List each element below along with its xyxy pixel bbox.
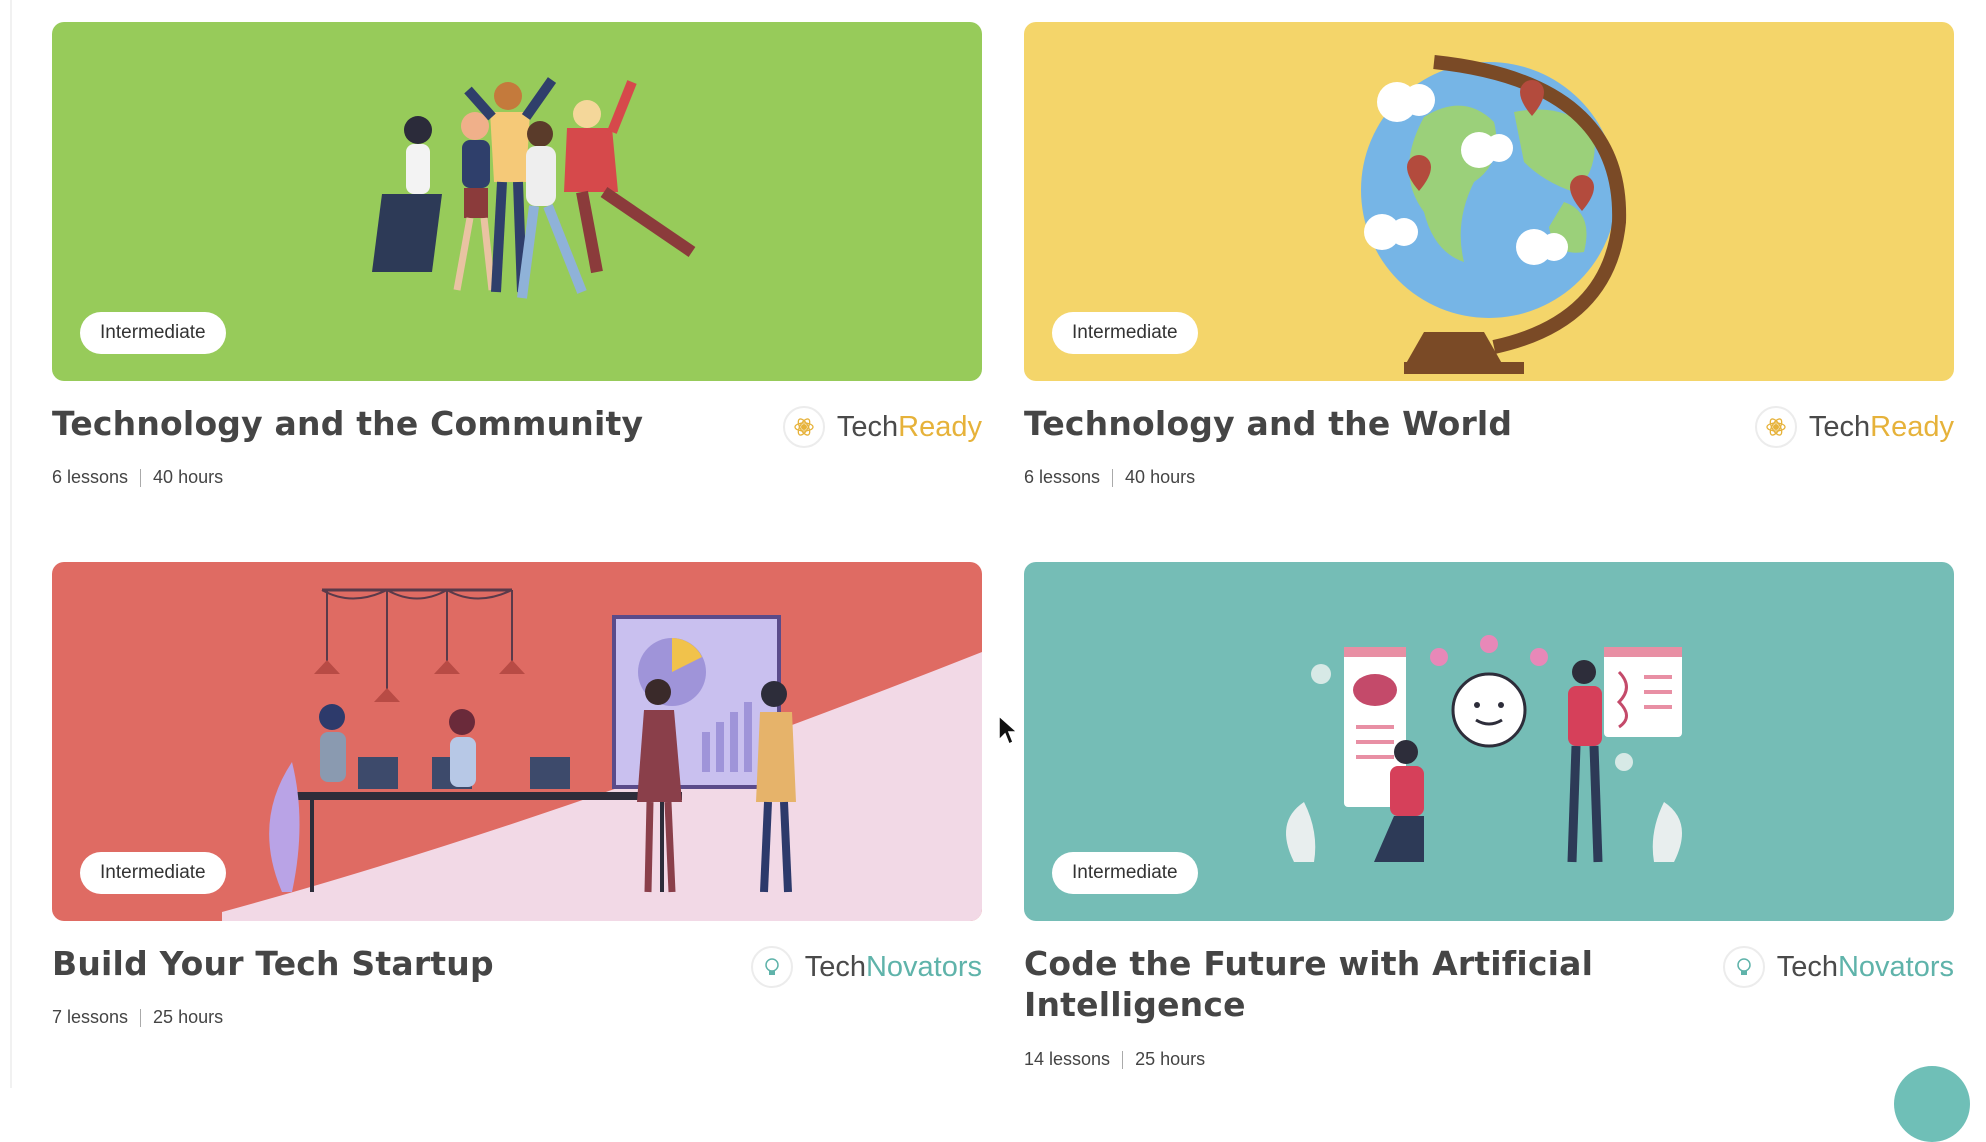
course-meta: 14 lessons 25 hours [1024,1049,1205,1070]
page-edge-divider [10,0,12,1088]
course-card-code-future-ai[interactable]: Intermediate Code the Future with Artifi… [1024,562,1954,1071]
meta-separator [140,468,142,487]
course-title[interactable]: Technology and the Community [52,403,702,444]
provider-logo-techready: Tech Ready [782,406,982,448]
lightbulb-icon [750,946,793,988]
meta-separator [140,1008,142,1027]
provider-name-part2: Ready [898,410,982,443]
course-meta: 6 lessons 40 hours [52,467,223,488]
level-badge: Intermediate [80,312,226,354]
course-hours: 40 hours [153,467,224,487]
provider-name-part2: Ready [1870,410,1954,443]
mouse-pointer-icon [997,714,1019,750]
provider-name-part1: Tech [1808,410,1871,443]
atom-icon [1754,406,1797,448]
course-card-technology-world[interactable]: Intermediate Technology and the World Te… [1024,22,1954,531]
lightbulb-icon [1722,946,1765,988]
atom-icon [782,406,825,448]
course-thumbnail[interactable]: Intermediate [52,22,982,381]
provider-logo-technovators: Tech Novators [750,946,982,988]
course-hours: 25 hours [1135,1049,1206,1069]
lesson-count: 6 lessons [52,467,129,487]
course-title[interactable]: Technology and the World [1024,403,1674,444]
course-meta: 6 lessons 40 hours [1024,467,1195,488]
course-title[interactable]: Code the Future with Artificial Intellig… [1024,943,1674,1025]
provider-logo-techready: Tech Ready [1754,406,1954,448]
provider-name-part2: Novators [865,950,982,983]
course-card-build-startup[interactable]: Intermediate Build Your Tech Startup Tec… [52,562,982,1071]
meta-separator [1122,1050,1124,1069]
course-thumbnail[interactable]: Intermediate [52,562,982,921]
course-card-technology-community[interactable]: Intermediate Technology and the Communit… [52,22,982,531]
lesson-count: 14 lessons [1024,1049,1111,1069]
provider-logo-technovators: Tech Novators [1722,946,1954,988]
provider-name-part2: Novators [1837,950,1954,983]
level-badge: Intermediate [80,852,226,894]
level-badge: Intermediate [1052,852,1198,894]
level-badge: Intermediate [1052,312,1198,354]
lesson-count: 7 lessons [52,1007,129,1027]
course-thumbnail[interactable]: Intermediate [1024,562,1954,921]
meta-separator [1112,468,1114,487]
provider-name-part1: Tech [804,950,866,983]
course-title[interactable]: Build Your Tech Startup [52,943,702,984]
course-hours: 40 hours [1125,467,1196,487]
course-hours: 25 hours [153,1007,224,1027]
provider-name-part1: Tech [1776,950,1838,983]
course-meta: 7 lessons 25 hours [52,1007,223,1028]
provider-name-part1: Tech [836,410,899,443]
lesson-count: 6 lessons [1024,467,1101,487]
chat-button[interactable] [1894,1066,1970,1142]
course-thumbnail[interactable]: Intermediate [1024,22,1954,381]
